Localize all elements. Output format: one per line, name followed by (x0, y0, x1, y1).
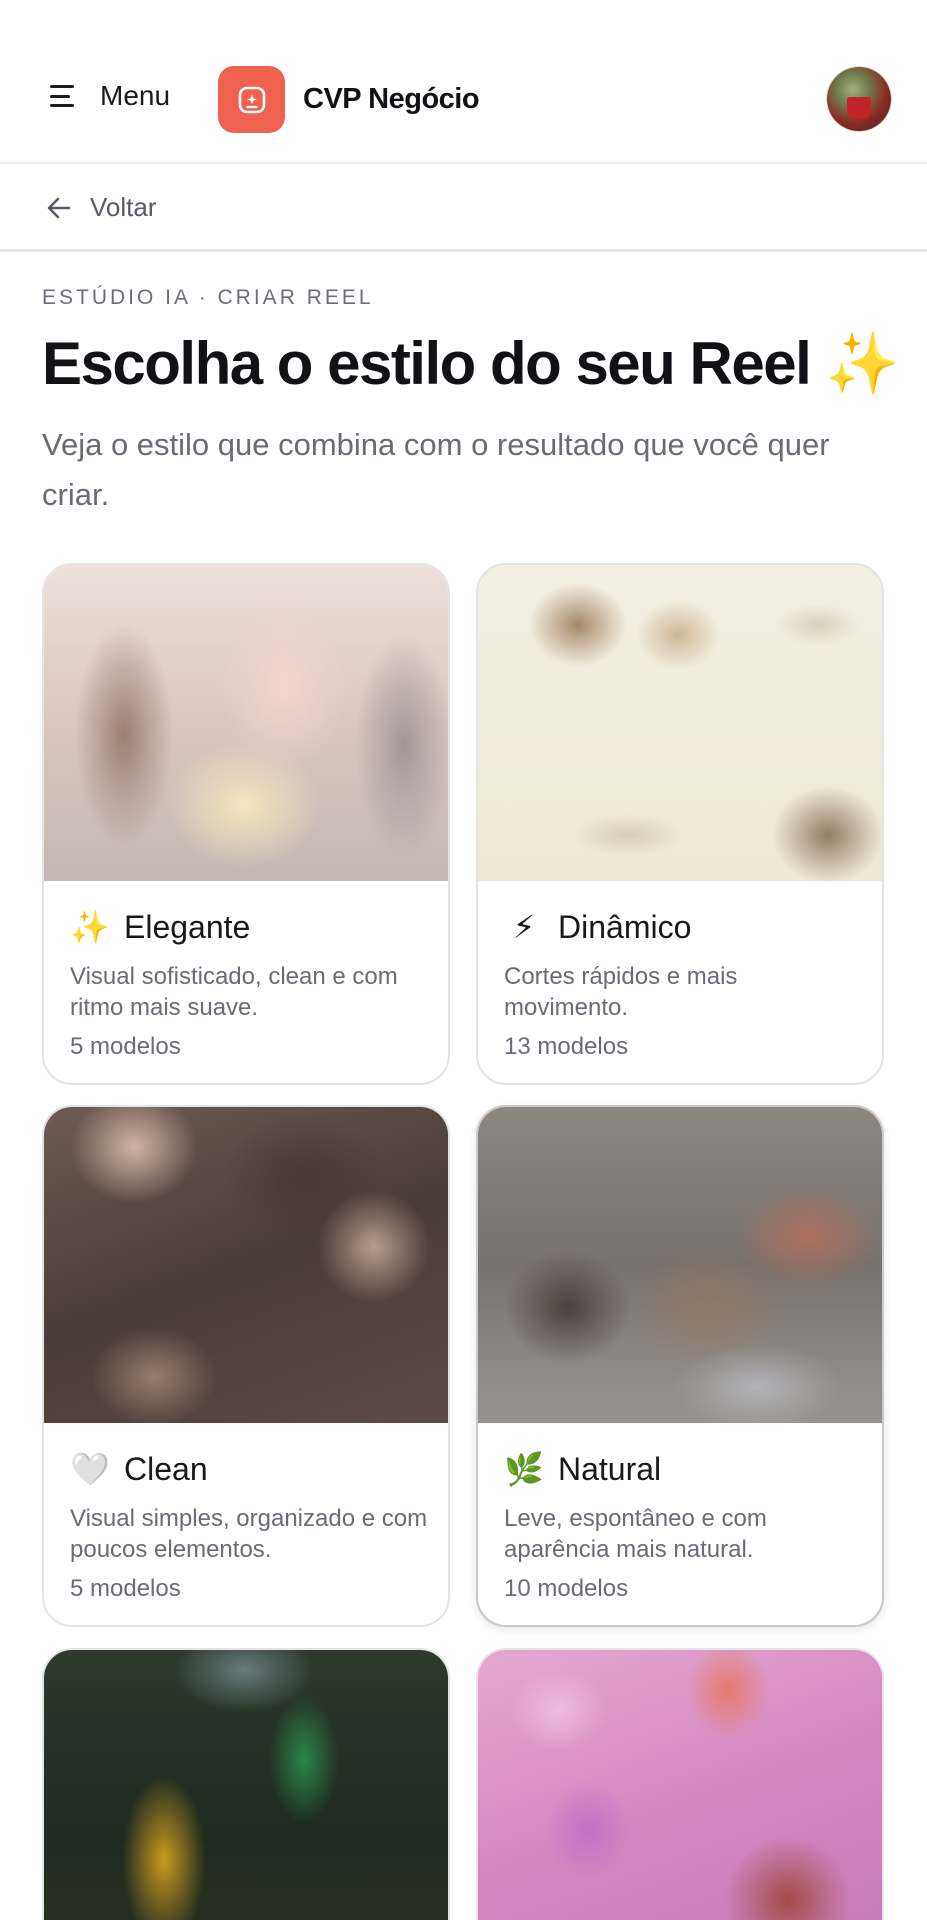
style-count: 5 modelos (70, 1033, 181, 1060)
style-card-partial[interactable] (476, 1648, 884, 1920)
style-count: 5 modelos (70, 1575, 181, 1602)
brand-logo-icon (218, 66, 285, 133)
style-card-clean[interactable]: 🤍 Clean Visual simples, organizado e com… (42, 1105, 450, 1627)
herb-icon: 🌿 (504, 1451, 544, 1487)
style-card-natural[interactable]: 🌿 Natural Leve, espontâneo e com aparênc… (476, 1105, 884, 1627)
sparkles-icon: ✨ (70, 909, 110, 945)
page-title: Escolha o estilo do seu Reel ✨ (42, 330, 900, 397)
style-description: Visual sofisticado, clean e com ritmo ma… (70, 963, 398, 1021)
style-preview-image (478, 565, 882, 881)
style-title: Natural (558, 1450, 662, 1487)
style-title: Clean (124, 1450, 208, 1487)
style-card-partial[interactable] (42, 1648, 450, 1920)
style-title: Elegante (124, 908, 251, 945)
brand[interactable]: CVP Negócio (218, 66, 480, 133)
page-subtitle: Veja o estilo que combina com o resultad… (42, 427, 830, 512)
hamburger-icon (50, 85, 78, 107)
top-bar: Menu CVP Negócio (0, 0, 927, 164)
avatar[interactable] (827, 67, 891, 131)
style-card-dinamico[interactable]: ⚡ Dinâmico Cortes rápidos e mais movimen… (476, 563, 884, 1085)
brand-name: CVP Negócio (303, 83, 480, 115)
style-preview-image (44, 1650, 448, 1920)
back-bar: Voltar (0, 166, 927, 252)
lightning-icon: ⚡ (512, 909, 536, 945)
back-button[interactable]: Voltar (44, 192, 157, 223)
style-preview-image (44, 1107, 448, 1423)
back-label: Voltar (90, 192, 157, 222)
menu-label: Menu (100, 80, 171, 111)
style-description: Visual simples, organizado e com poucos … (70, 1505, 428, 1563)
white-heart-icon: 🤍 (70, 1451, 110, 1487)
style-preview-image (478, 1107, 882, 1423)
style-title: Dinâmico (558, 908, 692, 945)
style-card-elegante[interactable]: ✨ Elegante Visual sofisticado, clean e c… (42, 563, 450, 1085)
style-description: Cortes rápidos e mais movimento. (504, 963, 738, 1021)
style-count: 10 modelos (504, 1575, 629, 1602)
style-count: 13 modelos (504, 1033, 629, 1060)
menu-button[interactable]: Menu (50, 80, 170, 112)
arrow-left-icon (47, 197, 71, 218)
style-preview-image (44, 565, 448, 881)
eyebrow: ESTÚDIO IA · CRIAR REEL (42, 286, 374, 309)
style-preview-image (478, 1650, 882, 1920)
style-description: Leve, espontâneo e com aparência mais na… (504, 1505, 767, 1563)
